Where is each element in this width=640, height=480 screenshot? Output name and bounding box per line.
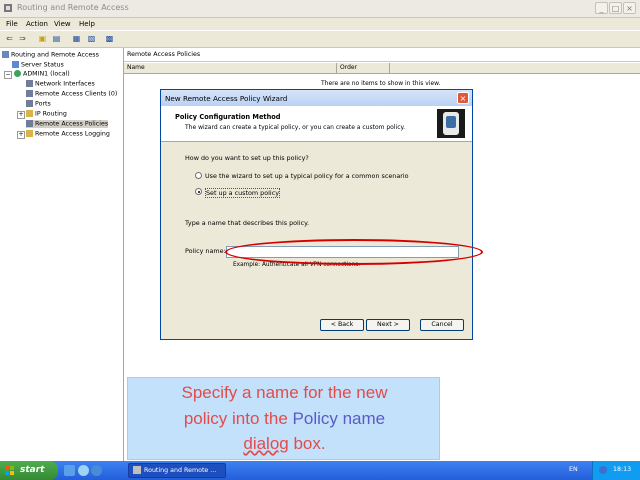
highlight-oval	[225, 239, 483, 265]
next-button[interactable]: Next >	[366, 319, 410, 331]
tree-item-remote-access-policies[interactable]: Remote Access Policies	[26, 120, 109, 128]
expand-logging-icon[interactable]: +	[17, 131, 25, 139]
policy-wizard-icon	[437, 109, 465, 138]
forward-arrow-icon[interactable]: ⇒	[17, 33, 28, 44]
tree-item-remote-access-logging[interactable]: Remote Access Logging	[26, 130, 110, 138]
setup-question: How do you want to set up this policy?	[185, 154, 309, 162]
console-tree: Routing and Remote Access Server Status …	[0, 48, 124, 461]
start-button[interactable]: start	[0, 461, 58, 480]
name-prompt: Type a name that describes this policy.	[185, 219, 310, 227]
ip-routing-folder-icon	[26, 110, 33, 117]
policies-icon	[26, 120, 33, 127]
show-tree-icon[interactable]: ▤	[51, 33, 62, 44]
instruction-caption: Specify a name for the new policy into t…	[127, 377, 440, 460]
routing-task-icon	[133, 466, 141, 474]
export-list-icon[interactable]: ▦	[71, 33, 82, 44]
caption-line-2: policy into the Policy name	[183, 409, 386, 428]
tree-root[interactable]: Routing and Remote Access	[2, 51, 99, 59]
network-interfaces-icon	[26, 80, 33, 87]
menu-help[interactable]: Help	[79, 20, 95, 28]
ports-icon	[26, 100, 33, 107]
clients-icon	[26, 90, 33, 97]
tree-item-ip-routing[interactable]: IP Routing	[26, 110, 67, 118]
wizard-header: Policy Configuration Method The wizard c…	[161, 106, 472, 142]
caption-highlight: Policy name	[292, 409, 386, 428]
new-policy-wizard-dialog: New Remote Access Policy Wizard × Policy…	[160, 89, 483, 340]
language-indicator[interactable]: EN	[569, 466, 578, 473]
tree-item-ports[interactable]: Ports	[26, 100, 51, 108]
wizard-step-title: Policy Configuration Method	[175, 113, 281, 121]
option-custom-label[interactable]: Set up a custom policy	[205, 188, 280, 198]
taskbar: start Routing and Remote ... EN 18:13	[0, 461, 640, 480]
clock: 18:13	[613, 466, 632, 473]
dialog-titlebar: New Remote Access Policy Wizard ×	[161, 90, 472, 106]
dialog-close-button[interactable]: ×	[457, 92, 469, 104]
window-titlebar: Routing and Remote Access _ □ ×	[0, 0, 640, 18]
maximize-button[interactable]: □	[609, 2, 622, 14]
radio-custom-policy[interactable]	[195, 188, 202, 195]
menu-view[interactable]: View	[54, 20, 71, 28]
minimize-button[interactable]: _	[595, 2, 608, 14]
column-divider[interactable]	[336, 63, 337, 73]
empty-list-message: There are no items to show in this view.	[321, 80, 441, 87]
column-name[interactable]: Name	[127, 64, 145, 71]
caption-line-3: dialog box.	[243, 434, 326, 453]
menu-action[interactable]: Action	[26, 20, 48, 28]
radio-typical-policy[interactable]	[195, 172, 202, 179]
internet-explorer-icon[interactable]	[91, 465, 102, 476]
pane-title: Remote Access Policies	[127, 51, 201, 58]
cancel-button[interactable]: Cancel	[420, 319, 464, 331]
caption-line-1: Specify a name for the new	[181, 383, 388, 402]
dialog-title: New Remote Access Policy Wizard	[165, 94, 288, 103]
policy-name-label: Policy name:	[185, 247, 226, 255]
tree-item-remote-access-clients[interactable]: Remote Access Clients (0)	[26, 90, 117, 98]
back-button[interactable]: < Back	[320, 319, 364, 331]
column-order[interactable]: Order	[340, 64, 357, 71]
details-pane-header: Remote Access Policies	[124, 48, 640, 62]
windows-flag-icon	[5, 466, 14, 475]
network-tray-icon[interactable]	[599, 466, 607, 474]
help-icon[interactable]: ▩	[104, 33, 115, 44]
toolbar: ⇐ ⇒ ▣ ▤ ▦ ▧ ▩	[0, 31, 640, 48]
server-running-icon	[14, 70, 21, 77]
wizard-step-description: The wizard can create a typical policy, …	[185, 124, 406, 131]
server-status-icon	[12, 61, 19, 68]
collapse-server-icon[interactable]: −	[4, 71, 12, 79]
logging-folder-icon	[26, 130, 33, 137]
close-button[interactable]: ×	[623, 2, 636, 14]
option-typical-label[interactable]: Use the wizard to set up a typical polic…	[205, 172, 409, 180]
window-title: Routing and Remote Access	[17, 3, 129, 12]
refresh-icon[interactable]: ▧	[86, 33, 97, 44]
expand-ip-routing-icon[interactable]: +	[17, 111, 25, 119]
taskbar-routing-window[interactable]: Routing and Remote ...	[128, 463, 226, 478]
up-folder-icon[interactable]: ▣	[37, 33, 48, 44]
tree-server[interactable]: ADMIN1 (local)	[14, 70, 70, 78]
routing-root-icon	[2, 51, 9, 58]
show-desktop-icon[interactable]	[64, 465, 75, 476]
back-arrow-icon[interactable]: ⇐	[4, 33, 15, 44]
menu-file[interactable]: File	[6, 20, 18, 28]
column-headers: Name Order	[124, 63, 640, 74]
media-player-icon[interactable]	[78, 465, 89, 476]
routing-app-icon	[4, 4, 12, 12]
system-tray: 18:13	[592, 461, 640, 480]
column-divider[interactable]	[389, 63, 390, 73]
tree-server-status[interactable]: Server Status	[12, 61, 64, 69]
menu-bar: File Action View Help	[0, 18, 640, 30]
tree-item-network-interfaces[interactable]: Network Interfaces	[26, 80, 95, 88]
